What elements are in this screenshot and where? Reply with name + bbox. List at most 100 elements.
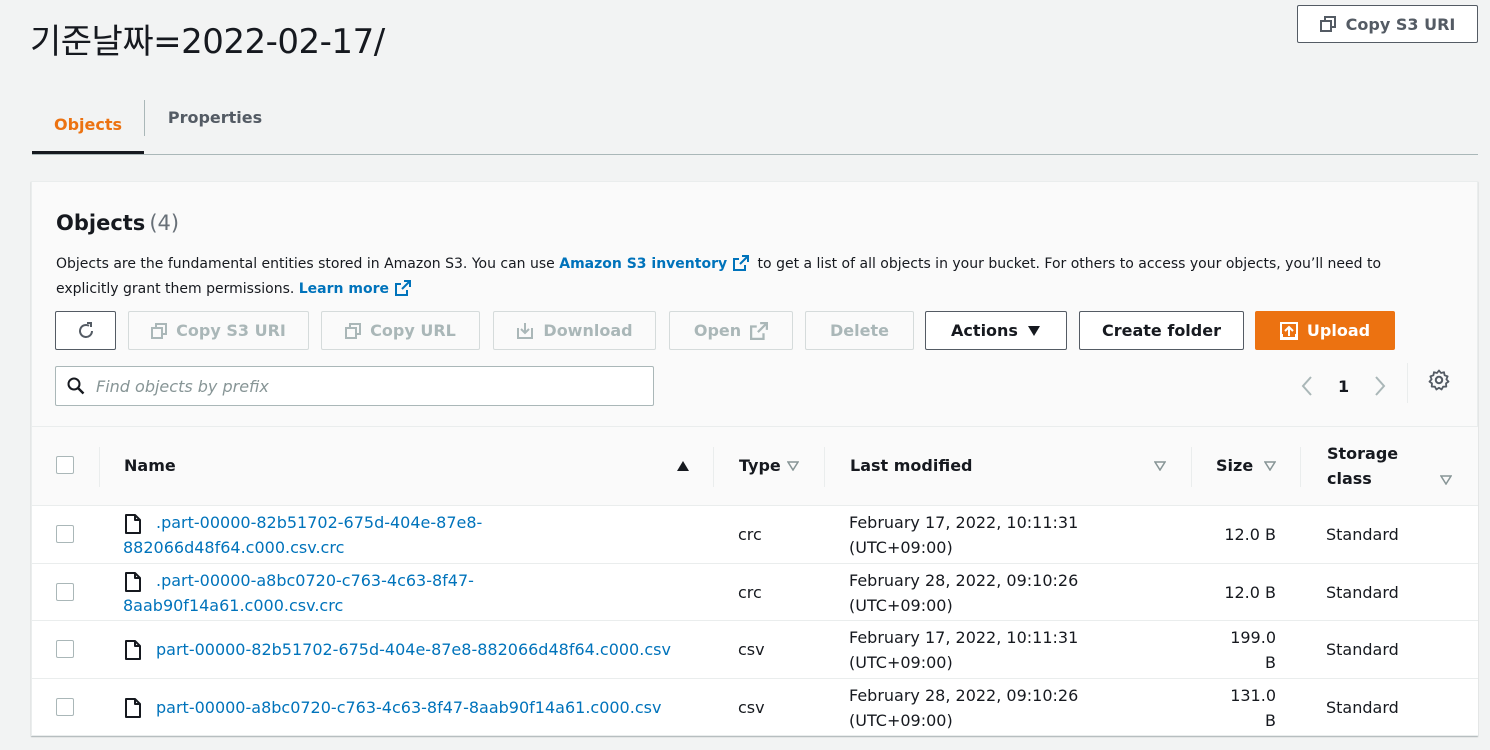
external-link-icon	[750, 321, 769, 340]
tab-properties-label: Properties	[167, 107, 263, 127]
modified-timezone: (UTC+09:00)	[849, 653, 953, 672]
object-name-line1: .part-00000-82b51702-675d-404e-87e8-	[156, 513, 483, 532]
table-row[interactable]: part-00000-a8bc0720-c763-4c63-8f47-8aab9…	[32, 678, 1478, 736]
object-last-modified: February 28, 2022, 09:10:26 (UTC+09:00)	[849, 568, 1078, 618]
object-type: crc	[738, 582, 762, 602]
search-box	[55, 366, 654, 406]
table-row[interactable]: part-00000-82b51702-675d-404e-87e8-88206…	[32, 621, 1478, 679]
sort-icon[interactable]	[1264, 461, 1276, 471]
chevron-right-icon[interactable]	[1373, 375, 1387, 397]
table-row[interactable]: .part-00000-a8bc0720-c763-4c63-8f47- 8aa…	[32, 563, 1478, 621]
sort-icon[interactable]	[1154, 461, 1166, 471]
select-all-checkbox[interactable]	[56, 456, 74, 474]
object-name-line1: .part-00000-a8bc0720-c763-4c63-8f47-	[156, 570, 474, 590]
object-last-modified: February 28, 2022, 09:10:26 (UTC+09:00)	[849, 683, 1078, 733]
object-name-link[interactable]: .part-00000-a8bc0720-c763-4c63-8f47- 8aa…	[123, 568, 543, 618]
row-checkbox[interactable]	[56, 525, 74, 543]
gear-icon[interactable]	[1428, 369, 1450, 391]
objects-panel: Objects (4) Objects are the fundamental e…	[31, 181, 1478, 736]
row-checkbox[interactable]	[56, 697, 74, 716]
object-size: 12.0 B	[1192, 522, 1276, 547]
sort-icon[interactable]	[1440, 475, 1452, 485]
column-divider	[99, 447, 100, 487]
learn-more-link[interactable]: Learn more	[299, 281, 389, 297]
refresh-button[interactable]	[55, 311, 116, 350]
tab-properties[interactable]: Properties	[145, 98, 285, 136]
search-icon-wrap	[56, 377, 96, 395]
table-row[interactable]: .part-00000-82b51702-675d-404e-87e8- 882…	[32, 506, 1478, 564]
search-input[interactable]	[96, 376, 636, 396]
object-last-modified: February 17, 2022, 10:11:31 (UTC+09:00)	[849, 625, 1078, 675]
external-link-icon	[733, 255, 750, 271]
column-header-size[interactable]: Size	[1216, 456, 1253, 475]
download-button[interactable]: Download	[493, 311, 656, 350]
sort-icon[interactable]	[787, 461, 799, 471]
row-checkbox[interactable]	[56, 582, 74, 601]
copy-s3-uri-toolbar-label: Copy S3 URI	[176, 321, 286, 340]
object-size: 131.0 B	[1192, 683, 1276, 733]
object-size: 199.0 B	[1192, 625, 1276, 675]
column-header-name[interactable]: Name	[124, 456, 176, 475]
open-button[interactable]: Open	[669, 311, 793, 350]
create-folder-label: Create folder	[1102, 321, 1221, 340]
objects-count: (4)	[149, 211, 180, 235]
object-storage-class: Standard	[1326, 640, 1399, 659]
search-icon	[67, 377, 85, 395]
object-type: csv	[738, 640, 765, 659]
inventory-link[interactable]: Amazon S3 inventory	[559, 256, 727, 272]
modified-timezone: (UTC+09:00)	[849, 538, 953, 557]
column-header-storage-class[interactable]: Storage class	[1327, 441, 1398, 491]
size-value: 12.0 B	[1224, 582, 1276, 602]
table-header: Name Type Last modified Size Storage cla…	[32, 426, 1478, 506]
modified-date: February 17, 2022, 10:11:31	[849, 628, 1079, 647]
copy-icon	[151, 322, 168, 339]
page-title: 기준날짜=2022-02-17/	[30, 22, 385, 62]
object-storage-class: Standard	[1326, 582, 1399, 602]
chevron-left-icon[interactable]	[1300, 375, 1314, 397]
modified-timezone: (UTC+09:00)	[849, 710, 953, 730]
create-folder-button[interactable]: Create folder	[1079, 311, 1244, 350]
column-header-type[interactable]: Type	[739, 456, 781, 475]
page-number[interactable]: 1	[1338, 377, 1349, 396]
copy-url-button[interactable]: Copy URL	[321, 311, 480, 350]
tab-objects[interactable]: Objects	[32, 98, 144, 154]
upload-button[interactable]: Upload	[1255, 311, 1395, 350]
actions-dropdown[interactable]: Actions	[925, 311, 1067, 350]
refresh-icon	[78, 321, 93, 338]
upload-label: Upload	[1306, 321, 1371, 340]
actions-label: Actions	[951, 321, 1018, 340]
copy-s3-uri-label: Copy S3 URI	[1345, 14, 1456, 34]
object-name-link[interactable]: .part-00000-82b51702-675d-404e-87e8- 882…	[123, 510, 543, 560]
objects-description: Objects are the fundamental entities sto…	[56, 252, 1446, 302]
object-name-line1: part-00000-a8bc0720-c763-4c63-8f47-8aab9…	[156, 697, 662, 717]
caret-down-icon	[1027, 325, 1040, 336]
row-checkbox[interactable]	[56, 640, 74, 658]
object-name-link[interactable]: part-00000-82b51702-675d-404e-87e8-88206…	[156, 637, 671, 662]
objects-heading: Objects (4)	[56, 211, 179, 235]
size-value: 131.0	[1230, 685, 1276, 705]
pagination: 1	[1300, 368, 1387, 404]
modified-date: February 28, 2022, 09:10:26	[849, 570, 1079, 590]
download-label: Download	[543, 321, 633, 340]
sort-ascending-icon[interactable]	[676, 460, 690, 472]
object-name-line1: part-00000-82b51702-675d-404e-87e8-88206…	[156, 640, 671, 659]
column-header-last-modified[interactable]: Last modified	[850, 456, 973, 475]
copy-s3-uri-button[interactable]: Copy S3 URI	[1297, 5, 1478, 43]
tab-objects-label: Objects	[53, 115, 123, 134]
storage-class-line2: class	[1327, 469, 1372, 488]
delete-button[interactable]: Delete	[805, 311, 914, 350]
upload-icon	[1279, 321, 1298, 340]
download-icon	[517, 322, 534, 339]
object-storage-class: Standard	[1326, 697, 1399, 717]
object-type: csv	[738, 697, 765, 717]
objects-heading-title: Objects	[56, 211, 146, 235]
object-name-link[interactable]: part-00000-a8bc0720-c763-4c63-8f47-8aab9…	[156, 695, 661, 720]
external-link-icon	[394, 280, 411, 296]
column-divider	[1191, 447, 1192, 487]
modified-timezone: (UTC+09:00)	[849, 595, 953, 615]
open-label: Open	[693, 321, 742, 340]
object-name-line2: 882066d48f64.c000.csv.crc	[123, 538, 345, 557]
copy-s3-uri-toolbar-button[interactable]: Copy S3 URI	[128, 311, 309, 350]
column-divider	[1300, 447, 1301, 487]
size-unit: B	[1265, 710, 1276, 730]
